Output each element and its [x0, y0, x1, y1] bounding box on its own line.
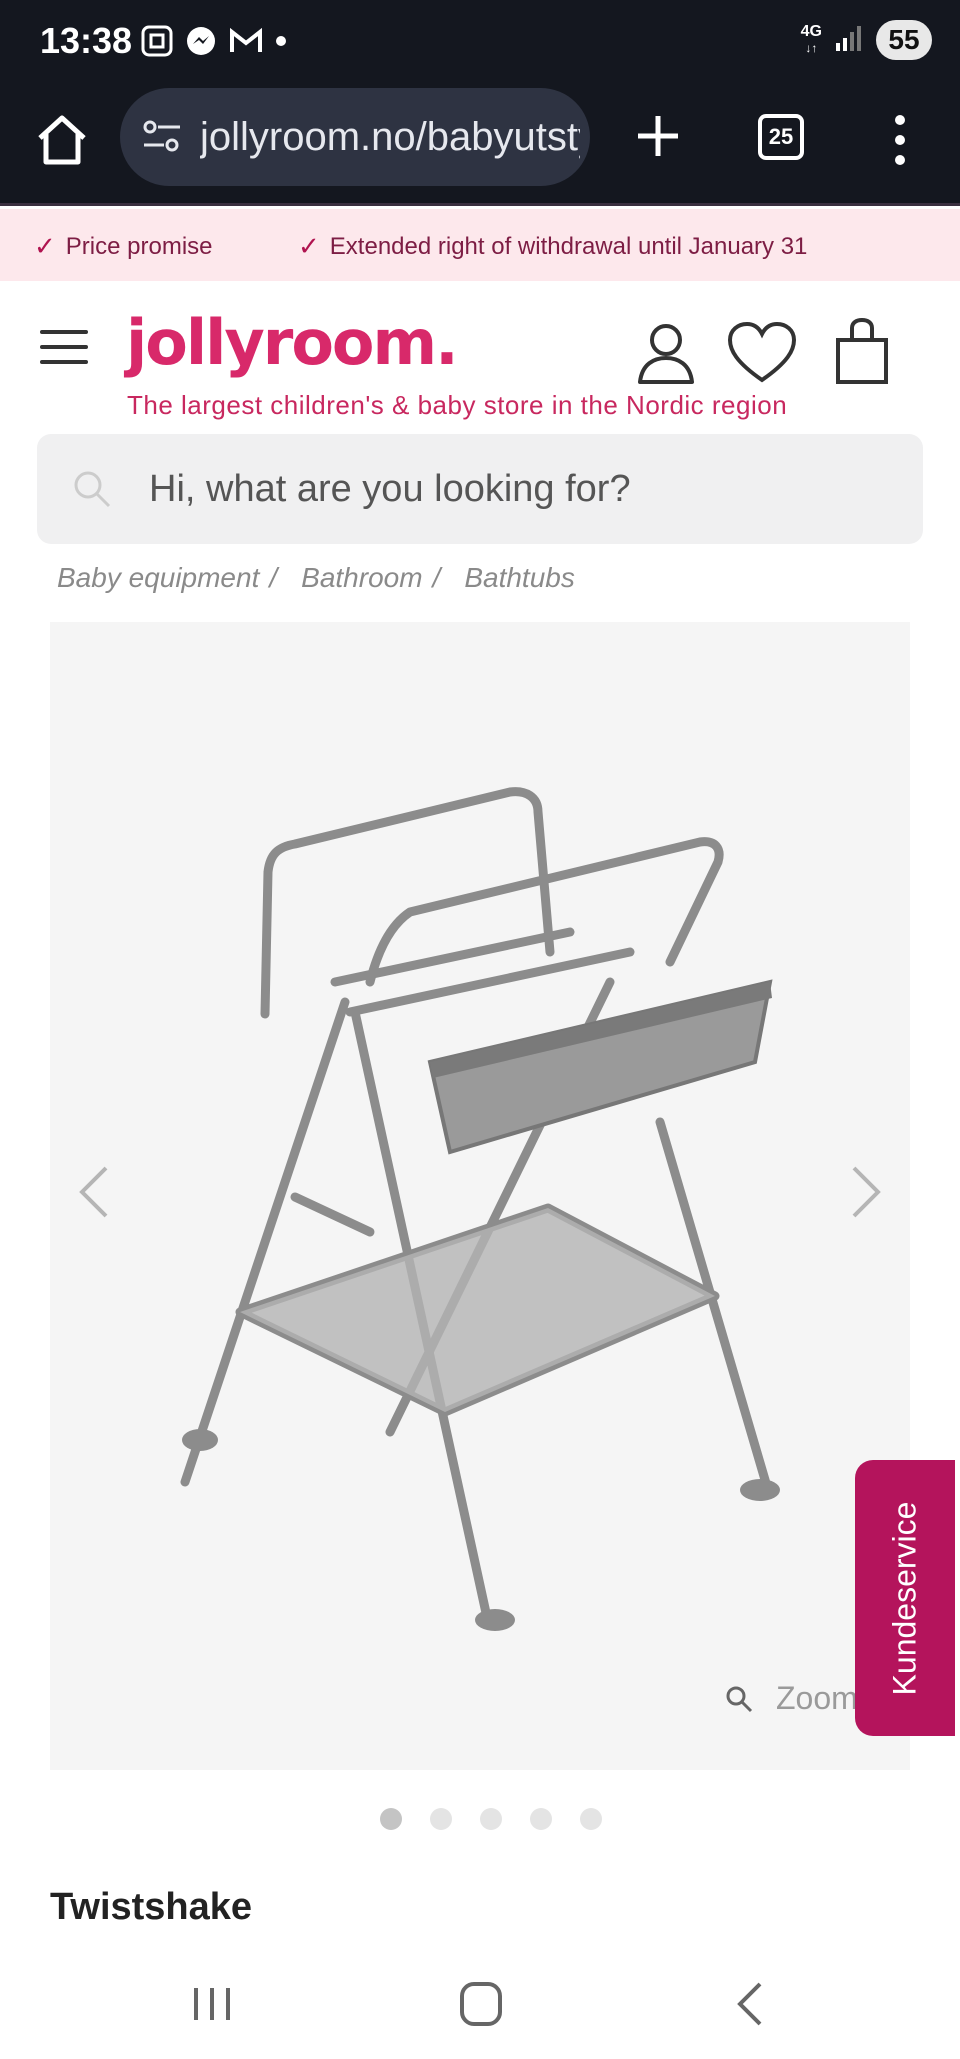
more-vert-icon: [895, 115, 905, 165]
home-square-icon: [460, 1982, 502, 2026]
browser-toolbar: jollyroom.no/babyutstyr/bad/badekar 25: [0, 84, 960, 206]
messenger-icon: [184, 24, 218, 63]
pagination-dot[interactable]: [530, 1808, 552, 1830]
status-right: 4G ↓↑ 55: [801, 20, 932, 60]
promo-label: Price promise: [65, 232, 213, 260]
recents-icon: [194, 1988, 230, 2020]
breadcrumb-separator: /: [269, 562, 278, 593]
status-time: 13:38: [40, 20, 133, 61]
search-bar[interactable]: Hi, what are you looking for?: [37, 434, 923, 544]
bath-stand-product-image: [180, 787, 780, 1631]
signal-icon: [834, 23, 864, 58]
tab-switcher-button[interactable]: 25: [758, 114, 804, 160]
hamburger-icon-bar: [40, 360, 88, 364]
chevron-right-icon: [852, 1166, 881, 1218]
heart-icon: [727, 321, 797, 383]
hamburger-icon-bar: [40, 330, 88, 334]
promo-price-promise[interactable]: ✓ Price promise: [34, 231, 213, 262]
back-chevron-icon: [737, 1982, 762, 2026]
site-settings-icon[interactable]: [140, 115, 184, 159]
recent-apps-button[interactable]: [182, 1974, 242, 2034]
product-image-gallery[interactable]: [50, 622, 910, 1770]
shopping-bag-icon: [836, 317, 888, 384]
chevron-left-icon: [79, 1166, 108, 1218]
wishlist-button[interactable]: [726, 318, 798, 386]
notification-dot-icon: [274, 34, 288, 53]
android-nav-bar: [0, 1950, 960, 2059]
breadcrumb-item[interactable]: Baby equipment: [57, 562, 259, 594]
breadcrumb-item[interactable]: Bathroom: [301, 562, 422, 594]
pagination-dot[interactable]: [430, 1808, 452, 1830]
battery-indicator: 55: [876, 20, 932, 60]
status-notification-icons: [140, 24, 288, 63]
breadcrumb-separator: /: [432, 562, 441, 593]
promo-bar: ✓ Price promise ✓ Extended right of with…: [0, 209, 960, 281]
home-icon: [38, 115, 86, 165]
user-icon: [638, 324, 694, 384]
new-tab-button[interactable]: [628, 106, 688, 166]
pagination-dot[interactable]: [580, 1808, 602, 1830]
search-input[interactable]: Hi, what are you looking for?: [149, 468, 631, 511]
zoom-label: Zoom: [776, 1680, 858, 1716]
image-pagination: [380, 1808, 602, 1830]
site-tagline: The largest children's & baby store in t…: [127, 390, 788, 420]
gmail-icon: [228, 24, 264, 63]
search-icon: [74, 471, 111, 508]
url-text[interactable]: jollyroom.no/babyutstyr/bad/badekar: [200, 115, 580, 160]
network-label: 4G ↓↑: [800, 23, 822, 56]
next-image-button[interactable]: [846, 1162, 886, 1222]
checkmark-icon: ✓: [298, 231, 320, 261]
address-bar[interactable]: jollyroom.no/babyutstyr/bad/badekar: [120, 88, 590, 186]
breadcrumb: Baby equipment / Bathroom / Bathtubs: [57, 562, 575, 594]
customer-service-tab[interactable]: Kundeservice: [855, 1460, 955, 1736]
customer-service-label: Kundeservice: [886, 1501, 923, 1695]
menu-button[interactable]: [40, 330, 88, 364]
hamburger-icon-bar: [40, 345, 88, 349]
previous-image-button[interactable]: [74, 1162, 114, 1222]
promo-label: Extended right of withdrawal until Janua…: [329, 232, 808, 260]
checkmark-icon: ✓: [34, 231, 56, 261]
pagination-dot[interactable]: [480, 1808, 502, 1830]
home-button[interactable]: [30, 108, 94, 172]
site-logo[interactable]: jollyroom.: [126, 306, 459, 379]
promo-withdrawal[interactable]: ✓ Extended right of withdrawal until Jan…: [298, 231, 807, 262]
pagination-dot-active[interactable]: [380, 1808, 402, 1830]
product-brand[interactable]: Twistshake: [50, 1886, 252, 1929]
screenshot-icon: [140, 24, 174, 63]
breadcrumb-item[interactable]: Bathtubs: [464, 562, 575, 594]
home-nav-button[interactable]: [450, 1974, 510, 2034]
status-bar: 13:38 4G ↓↑ 55: [0, 0, 960, 84]
back-button[interactable]: [720, 1974, 780, 2034]
account-button[interactable]: [634, 318, 698, 386]
browser-menu-button[interactable]: [880, 112, 920, 168]
plus-icon: [638, 116, 678, 156]
cart-button[interactable]: [832, 317, 892, 386]
zoom-button[interactable]: Zoom: [724, 1680, 858, 1717]
magnifier-icon: [726, 1686, 753, 1712]
